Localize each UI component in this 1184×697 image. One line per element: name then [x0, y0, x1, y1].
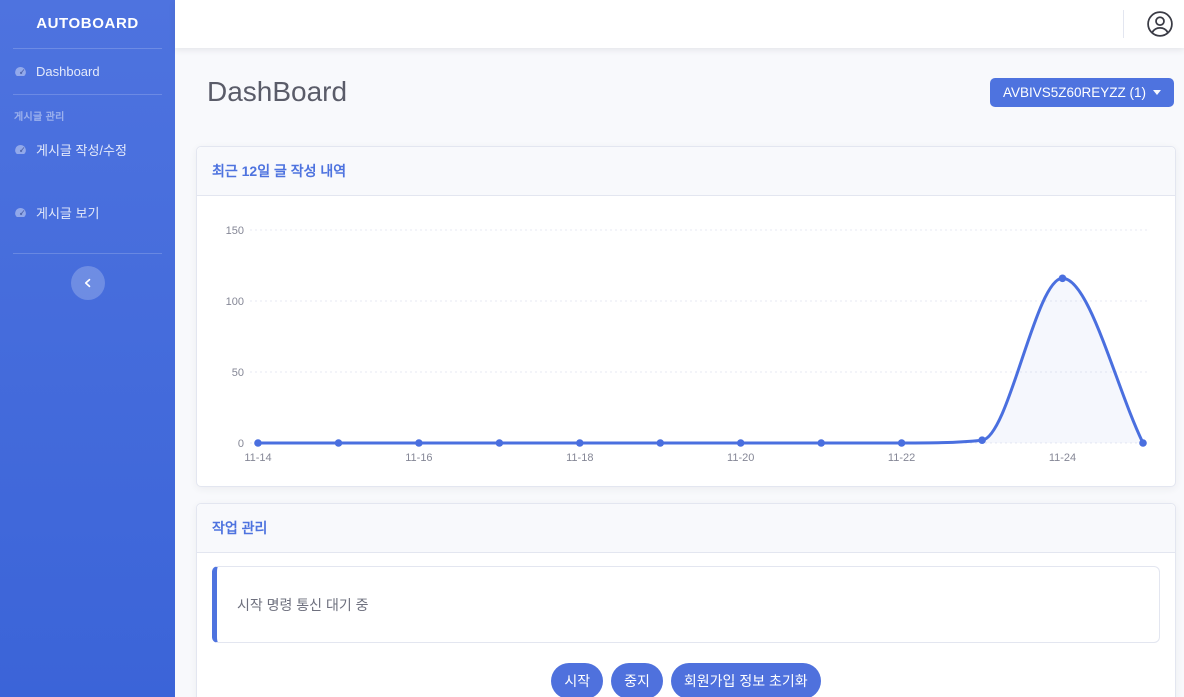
gauge-icon [14, 143, 27, 156]
svg-text:100: 100 [226, 296, 244, 308]
sidebar-section-heading: 게시글 관리 [0, 95, 175, 125]
topbar [175, 0, 1184, 48]
user-menu-button[interactable] [1144, 8, 1176, 40]
sidebar-item-label: 게시글 작성/수정 [36, 140, 127, 159]
recent-posts-card-title: 최근 12일 글 작성 내역 [197, 147, 1175, 196]
page-title: DashBoard [207, 76, 347, 108]
svg-text:150: 150 [226, 225, 244, 237]
sidebar-collapse-button[interactable] [71, 266, 105, 300]
recent-posts-card: 최근 12일 글 작성 내역 0 50 100 150 11-14 11-16 11-18 1… [196, 146, 1176, 487]
start-button[interactable]: 시작 [551, 663, 603, 697]
task-management-card: 작업 관리 시작 명령 통신 대기 중 시작 중지 회원가입 정보 초기화 [196, 503, 1176, 697]
recent-posts-line-chart: 0 50 100 150 11-14 11-16 11-18 11-20 11-22 11-24 [197, 196, 1175, 486]
sidebar-item-post-view[interactable]: 게시글 보기 [0, 188, 175, 237]
gauge-icon [14, 65, 27, 78]
svg-text:0: 0 [238, 438, 244, 450]
svg-text:11-14: 11-14 [244, 452, 271, 464]
stop-button[interactable]: 중지 [611, 663, 663, 697]
brand-logo[interactable]: AUTOBOARD [0, 0, 175, 48]
caret-down-icon [1153, 90, 1161, 95]
account-dropdown-button[interactable]: AVBIVS5Z60REYZZ (1) [990, 78, 1174, 107]
account-dropdown-label: AVBIVS5Z60REYZZ (1) [1003, 85, 1146, 100]
svg-text:50: 50 [232, 367, 244, 379]
sidebar-item-dashboard[interactable]: Dashboard [0, 49, 175, 94]
svg-text:11-16: 11-16 [405, 452, 432, 464]
svg-text:11-18: 11-18 [566, 452, 593, 464]
svg-text:11-22: 11-22 [888, 452, 915, 464]
topbar-divider [1123, 10, 1124, 38]
main-panel: DashBoard AVBIVS5Z60REYZZ (1) 최근 12일 글 작… [175, 48, 1184, 697]
sidebar: AUTOBOARD Dashboard 게시글 관리 게시글 작성/수정 게시글… [0, 0, 175, 697]
sidebar-item-label: Dashboard [36, 64, 100, 79]
status-message-box: 시작 명령 통신 대기 중 [212, 566, 1160, 643]
sidebar-item-post-edit[interactable]: 게시글 작성/수정 [0, 125, 175, 174]
sidebar-divider [13, 253, 162, 254]
reset-signup-info-button[interactable]: 회원가입 정보 초기화 [671, 663, 821, 697]
chevron-left-icon [82, 277, 94, 289]
user-circle-icon [1146, 10, 1174, 38]
svg-text:11-20: 11-20 [727, 452, 754, 464]
task-card-title: 작업 관리 [197, 504, 1175, 553]
gauge-icon [14, 206, 27, 219]
status-message: 시작 명령 통신 대기 중 [237, 595, 368, 615]
svg-text:11-24: 11-24 [1049, 452, 1076, 464]
content-area: DashBoard AVBIVS5Z60REYZZ (1) 최근 12일 글 작… [175, 0, 1184, 697]
sidebar-item-label: 게시글 보기 [36, 203, 99, 222]
